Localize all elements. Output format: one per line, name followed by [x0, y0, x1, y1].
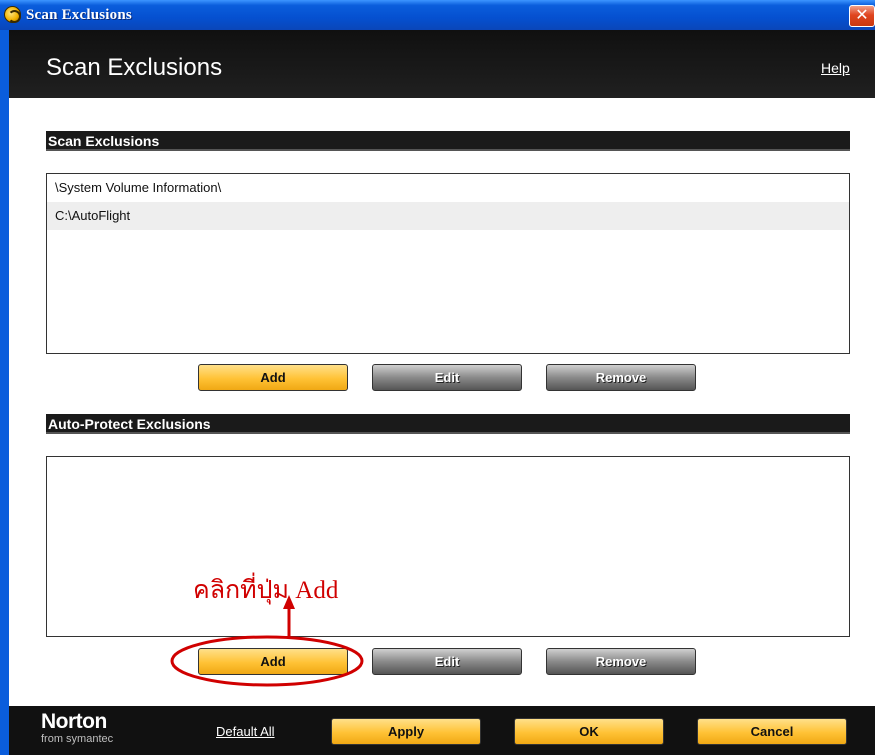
ok-button[interactable]: OK: [514, 718, 664, 745]
annotation-ellipse: [170, 635, 364, 687]
default-all-link[interactable]: Default All: [216, 724, 275, 739]
brand-text: Norton: [41, 710, 107, 733]
brand-subtitle: from symantec: [41, 733, 114, 745]
cancel-button[interactable]: Cancel: [697, 718, 847, 745]
annotation-caption: คลิกที่ปุ่ม Add: [193, 577, 339, 604]
annotation-overlay: [170, 595, 364, 687]
norton-logo: Norton: [41, 710, 107, 734]
apply-button[interactable]: Apply: [331, 718, 481, 745]
